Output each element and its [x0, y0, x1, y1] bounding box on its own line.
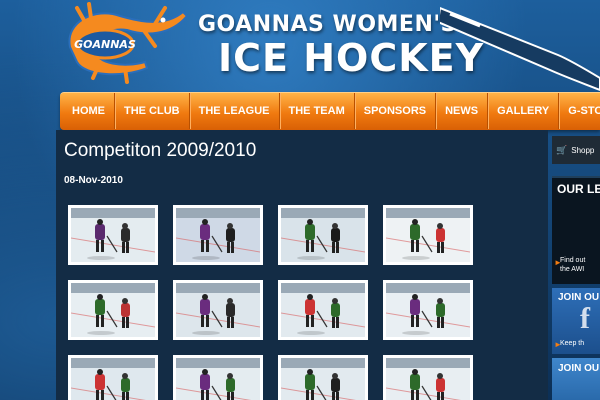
gallery-thumbnail[interactable]: [278, 355, 368, 400]
gallery-thumbnail[interactable]: [383, 355, 473, 400]
photo-image: [176, 208, 260, 262]
photo-image: [281, 283, 365, 337]
join-banner[interactable]: JOIN OU: [552, 358, 600, 400]
photo-image: [281, 358, 365, 400]
photo-image: [386, 283, 470, 337]
photo-image: [71, 208, 155, 262]
main-content: Competiton 2009/2010 08-Nov-2010: [56, 130, 548, 400]
photo-image: [281, 208, 365, 262]
photo-image: [71, 358, 155, 400]
site-header: GOANNAS GOANNAS WOMEN'S ICE HOCKEY: [0, 0, 600, 92]
gallery-thumbnail[interactable]: [173, 280, 263, 340]
facebook-banner[interactable]: JOIN OU f ► Keep th: [552, 288, 600, 354]
gallery-thumbnail[interactable]: [68, 205, 158, 265]
goannas-logo[interactable]: GOANNAS: [55, 2, 190, 84]
nav-item-news[interactable]: NEWS: [436, 93, 489, 129]
hockey-stick-graphic: [440, 6, 600, 92]
gallery-thumbnail[interactable]: [68, 280, 158, 340]
page-title: Competiton 2009/2010: [64, 140, 257, 161]
photo-image: [386, 208, 470, 262]
photo-image: [71, 283, 155, 337]
facebook-icon: f: [580, 302, 590, 335]
league-heading: OUR LEA: [557, 182, 600, 196]
gallery-thumbnail[interactable]: [173, 355, 263, 400]
gallery-thumbnail[interactable]: [68, 355, 158, 400]
gallery-thumbnail[interactable]: [278, 205, 368, 265]
league-banner[interactable]: OUR LEA ► Find outthe AWI: [552, 176, 600, 284]
nav-item-the-league[interactable]: THE LEAGUE: [190, 93, 280, 129]
join-heading: JOIN OU: [558, 363, 600, 374]
gallery-thumbnail[interactable]: [383, 205, 473, 265]
photo-image: [176, 358, 260, 400]
cart-icon: 🛒: [556, 145, 568, 155]
page-date: 08-Nov-2010: [64, 175, 123, 186]
nav-item-the-club[interactable]: THE CLUB: [115, 93, 190, 129]
nav-item-g-store[interactable]: G-STORE: [559, 93, 600, 129]
league-text-2: the AWI: [560, 266, 585, 273]
shop-label: Shopp: [571, 146, 595, 155]
nav-item-gallery[interactable]: GALLERY: [488, 93, 560, 129]
main-nav: HOME THE CLUB THE LEAGUE THE TEAM SPONSORS NE…: [60, 92, 600, 130]
photo-image: [386, 358, 470, 400]
shop-widget[interactable]: 🛒 Shopp: [552, 136, 600, 164]
nav-item-sponsors[interactable]: SPONSORS: [355, 93, 437, 129]
nav-item-home[interactable]: HOME: [60, 93, 115, 129]
gallery-thumbnail[interactable]: [278, 280, 368, 340]
facebook-heading: JOIN OU: [558, 292, 600, 303]
facebook-text: Keep th: [560, 340, 585, 347]
photo-image: [176, 283, 260, 337]
gallery-thumbnail[interactable]: [173, 205, 263, 265]
gallery-thumbnail[interactable]: [383, 280, 473, 340]
league-text: Find out the AWI: [560, 256, 585, 274]
nav-item-the-team[interactable]: THE TEAM: [280, 93, 355, 129]
logo-text: GOANNAS: [74, 38, 136, 51]
sidebar: 🛒 Shopp OUR LEA ► Find outthe AWI JOIN O…: [552, 134, 600, 400]
league-text-1: Find out: [560, 257, 586, 264]
